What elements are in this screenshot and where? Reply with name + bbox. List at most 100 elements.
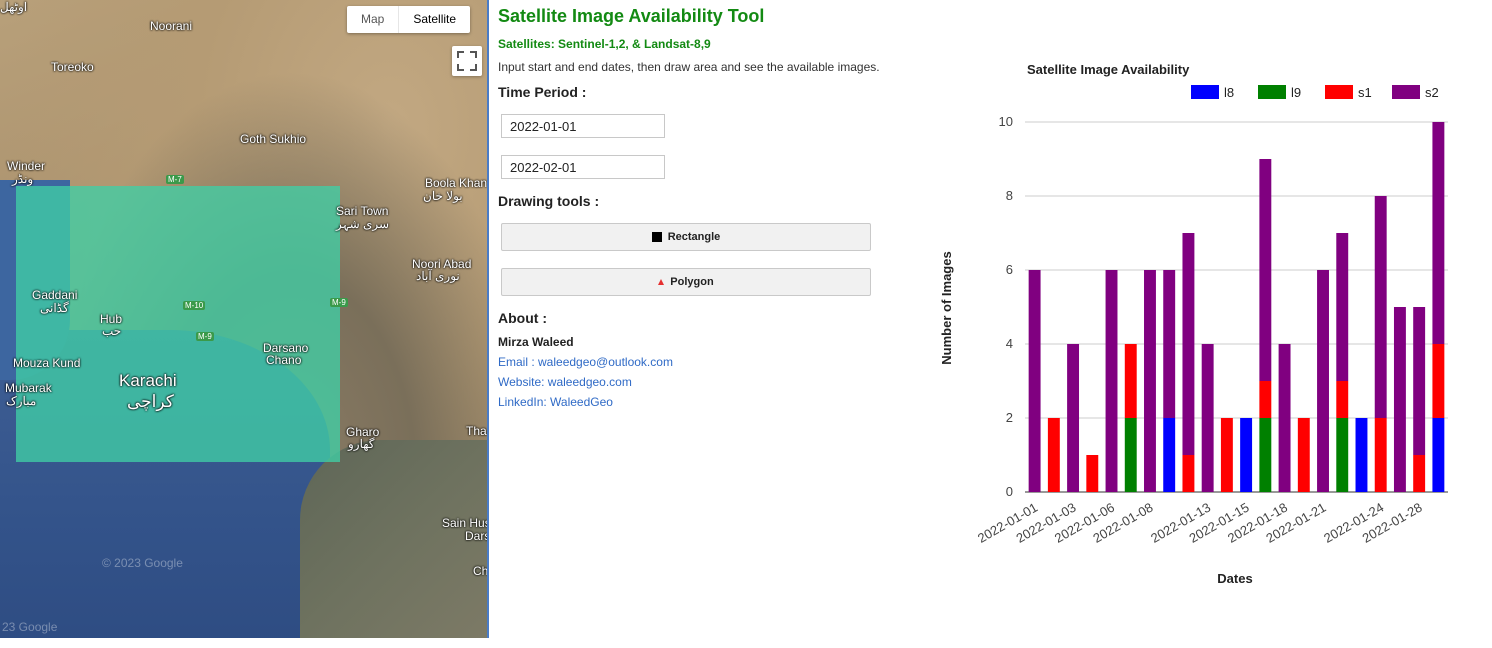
delta-area [300, 440, 487, 638]
about-label: About : [498, 310, 547, 326]
y-tick-label: 10 [999, 114, 1013, 129]
bar-segment-s1 [1182, 455, 1195, 492]
map-label: ونڈر [12, 172, 34, 186]
polygon-icon [658, 279, 665, 285]
panel-divider[interactable] [487, 0, 489, 638]
end-date-input[interactable] [501, 155, 665, 179]
y-axis-label: Number of Images [939, 251, 954, 364]
map-view[interactable]: اوٹھل Noorani Toreoko Goth Sukhio Winder… [0, 0, 487, 638]
page-subtitle: Satellites: Sentinel-1,2, & Landsat-8,9 [498, 37, 711, 51]
bar-segment-s2 [1336, 233, 1349, 381]
email-link[interactable]: Email : waleedgeo@outlook.com [498, 355, 673, 369]
google-watermark: © 2023 Google [102, 556, 183, 570]
map-label-city: کراچی [127, 392, 174, 411]
bar-segment-s1 [1220, 418, 1233, 492]
map-label-city: Karachi [119, 371, 177, 390]
polygon-button-label: Polygon [670, 276, 714, 288]
map-type-satellite-button[interactable]: Satellite [398, 6, 470, 33]
bar-segment-s1 [1124, 344, 1137, 418]
instructions-text: Input start and end dates, then draw are… [498, 60, 880, 74]
y-tick-label: 4 [1006, 336, 1013, 351]
map-type-control: Map Satellite [347, 6, 471, 33]
map-label: Chano [266, 353, 302, 367]
bar-segment-s2 [1259, 159, 1272, 381]
bar-segment-s1 [1047, 418, 1060, 492]
map-label: Mouza Kund [13, 356, 81, 370]
bar-segment-s2 [1374, 196, 1387, 418]
bar-segment-l9 [1259, 418, 1272, 492]
google-watermark: 23 Google [2, 620, 58, 634]
bar-segment-s2 [1393, 307, 1406, 492]
bar-segment-s2 [1067, 344, 1080, 492]
bar-segment-l8 [1240, 418, 1253, 492]
map-label: Toreoko [51, 60, 94, 74]
chart-svg: Satellite Image Availability l8 l9 s1 s2 02… [939, 62, 1448, 586]
polygon-button[interactable]: Polygon [501, 268, 871, 296]
bar-segment-s1 [1086, 455, 1099, 492]
bar-segment-s1 [1336, 381, 1349, 418]
map-label: نوری آباد [416, 269, 460, 283]
bar-segment-s1 [1374, 418, 1387, 492]
fullscreen-icon [457, 51, 477, 71]
bar-segment-s2 [1317, 270, 1329, 492]
map-label: Dars [465, 529, 487, 543]
map-label: Tha [466, 424, 487, 438]
map-label: Sari Town [336, 204, 389, 218]
bar-segment-l8 [1432, 418, 1445, 492]
bar-segment-s2 [1182, 233, 1195, 455]
legend-label-s1: s1 [1358, 85, 1372, 100]
drawn-rectangle[interactable] [16, 186, 340, 462]
website-link[interactable]: Website: waleedgeo.com [498, 375, 632, 389]
bar-segment-s2 [1144, 270, 1156, 492]
legend-label-l9: l9 [1291, 85, 1301, 100]
map-label: اوٹھل [0, 0, 28, 14]
bar-segment-s2 [1432, 122, 1445, 344]
map-label: Goth Sukhio [240, 132, 307, 146]
highway-shield: M-9 [196, 332, 214, 341]
map-label: بولا خان [423, 189, 463, 203]
map-type-map-button[interactable]: Map [347, 6, 398, 33]
bar-segment-s2 [1413, 307, 1426, 455]
map-label: گھارو [348, 437, 375, 451]
map-label: Gaddani [32, 288, 78, 302]
author-name: Mirza Waleed [498, 335, 574, 349]
bar-segment-l9 [1124, 418, 1137, 492]
y-tick-label: 0 [1006, 484, 1013, 499]
bar-segment-s2 [1201, 344, 1214, 492]
linkedin-link[interactable]: LinkedIn: WaleedGeo [498, 395, 613, 409]
bar-segment-s2 [1028, 270, 1041, 492]
bar-segment-l9 [1336, 418, 1349, 492]
chart-legend: l8 l9 s1 s2 [1191, 85, 1439, 100]
map-label: گڈانی [40, 301, 69, 315]
drawing-tools-label: Drawing tools : [498, 193, 600, 209]
bar-segment-l8 [1163, 418, 1176, 492]
bar-segment-s2 [1163, 270, 1176, 418]
map-label: Ch [473, 564, 487, 578]
start-date-input[interactable] [501, 114, 665, 138]
fullscreen-button[interactable] [452, 46, 482, 76]
legend-swatch-s1 [1325, 85, 1353, 99]
y-tick-label: 8 [1006, 188, 1013, 203]
chart-bars [1028, 122, 1445, 492]
bar-segment-s1 [1413, 455, 1426, 492]
map-label: حب [102, 324, 122, 338]
rectangle-icon [651, 232, 662, 242]
map-label: Sain Hus [442, 516, 487, 530]
time-period-label: Time Period : [498, 84, 587, 100]
highway-shield: M-9 [330, 298, 348, 307]
map-label: Winder [7, 159, 46, 173]
chart-title: Satellite Image Availability [1027, 62, 1190, 77]
bar-segment-s1 [1297, 418, 1310, 492]
legend-swatch-s2 [1392, 85, 1420, 99]
map-label: مبارک [6, 394, 37, 408]
availability-chart: Satellite Image Availability l8 l9 s1 s2 02… [920, 40, 1480, 620]
legend-swatch-l9 [1258, 85, 1286, 99]
map-label: Mubarak [5, 381, 52, 395]
y-tick-label: 6 [1006, 262, 1013, 277]
bar-segment-l8 [1355, 418, 1368, 492]
highway-shield: M-7 [166, 175, 184, 184]
rectangle-button[interactable]: Rectangle [501, 223, 871, 251]
bar-segment-s2 [1278, 344, 1291, 492]
bar-segment-s2 [1105, 270, 1118, 492]
map-label: Boola Khan [425, 176, 487, 190]
